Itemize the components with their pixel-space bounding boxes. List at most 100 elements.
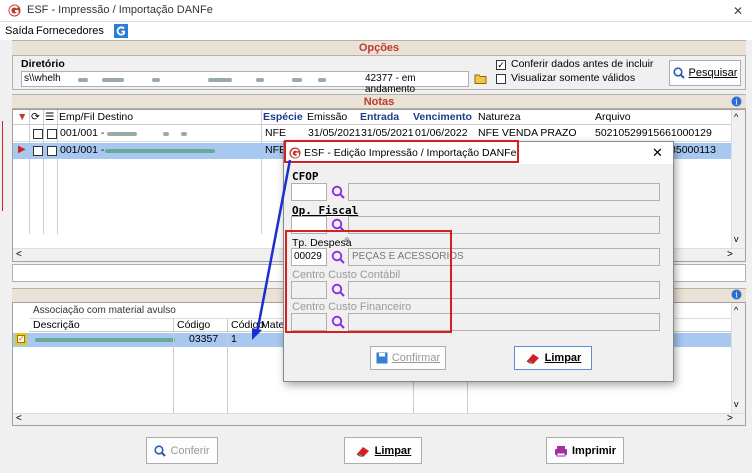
window-close-button[interactable]: ✕	[733, 4, 743, 18]
visualizar-checkbox[interactable]	[496, 74, 506, 84]
conferir-label: Conferir dados antes de incluir	[511, 58, 654, 70]
app-logo-icon	[8, 4, 21, 17]
redacted-text	[105, 149, 215, 153]
col-emp[interactable]: Emp/Fil Destino	[59, 110, 133, 125]
scroll-up-icon[interactable]: ^	[734, 305, 738, 315]
imprimir-label: Imprimir	[571, 444, 616, 457]
scroll-left-icon[interactable]: <	[16, 249, 22, 260]
row-checkbox[interactable]	[33, 129, 43, 139]
redacted-text	[107, 132, 137, 136]
list-icon[interactable]: ☰	[45, 110, 54, 125]
redacted-text	[35, 338, 175, 342]
sort-indicator-icon[interactable]: ▼	[17, 110, 27, 125]
col-especie[interactable]: Espécie	[263, 110, 303, 125]
vertical-scrollbar[interactable]: ^ v	[731, 303, 745, 413]
redacted-text	[292, 78, 302, 82]
notes-header: Notas	[12, 94, 746, 109]
col-entrada[interactable]: Entrada	[360, 110, 399, 125]
menu-item-saida[interactable]: Saída	[5, 25, 34, 37]
fields-highlight-box	[285, 230, 452, 333]
cell-entrada: 31/05/2021	[361, 127, 414, 139]
app-g-icon[interactable]	[114, 24, 128, 38]
row-checkbox-highlight[interactable]: ✓	[15, 333, 27, 345]
col-arquivo[interactable]: Arquivo	[595, 110, 631, 125]
save-icon	[376, 352, 388, 364]
info-icon[interactable]: i	[731, 289, 742, 300]
search-icon[interactable]	[331, 185, 345, 199]
visualizar-label: Visualizar somente válidos	[511, 72, 636, 84]
cell-vencimento: 01/06/2022	[415, 127, 468, 139]
row-checkbox[interactable]	[47, 146, 57, 156]
vertical-scrollbar[interactable]: ^ v	[731, 110, 745, 248]
redacted-text	[102, 78, 124, 82]
scroll-down-icon[interactable]: v	[734, 399, 739, 409]
window-title: ESF - Impressão / Importação DANFe	[27, 4, 213, 16]
imprimir-button[interactable]: Imprimir	[546, 437, 624, 464]
conferir-label: Conferir	[170, 444, 210, 457]
cell-emissao: 31/05/2021	[308, 127, 361, 139]
confirm-button[interactable]: Confirmar	[370, 346, 446, 370]
redacted-text	[181, 132, 187, 136]
status-text: 42377 - em andamento	[365, 73, 416, 95]
title-highlight-box	[284, 140, 519, 163]
options-header: Opções	[12, 40, 746, 56]
menu-item-fornecedores[interactable]: Fornecedores	[36, 25, 104, 37]
col-emissao[interactable]: Emissão	[307, 110, 347, 125]
cfop-code-input[interactable]	[291, 183, 327, 201]
scroll-left-icon[interactable]: <	[16, 413, 22, 424]
horizontal-scrollbar[interactable]: < >	[13, 413, 745, 425]
cfop-desc-field	[348, 183, 660, 201]
redacted-text	[163, 132, 169, 136]
notes-grid-header: ▼ ⟳ ☰ Emp/Fil Destino Espécie Emissão En…	[13, 110, 745, 125]
refresh-icon[interactable]: ⟳	[31, 110, 40, 125]
cell-codigo: 03357	[189, 333, 219, 345]
cell-emp: 001/001 -	[60, 144, 105, 156]
eraser-icon	[526, 354, 539, 364]
redacted-text	[208, 78, 232, 82]
directory-label: Diretório	[21, 58, 65, 70]
col-codigo-2[interactable]: Código	[231, 318, 264, 333]
redacted-text	[318, 78, 326, 82]
col-descricao[interactable]: Descrição	[33, 318, 80, 333]
scroll-right-icon[interactable]: >	[727, 249, 733, 260]
limpar-label: Limpar	[374, 444, 412, 457]
svg-text:i: i	[735, 291, 738, 300]
conferir-button[interactable]: Conferir	[146, 437, 218, 464]
scroll-up-icon[interactable]: ^	[734, 112, 738, 122]
assoc-caption: Associação com material avulso	[33, 305, 176, 316]
dialog-limpar-button[interactable]: Limpar	[514, 346, 592, 370]
title-bar: ESF - Impressão / Importação DANFe ✕	[0, 0, 752, 22]
scroll-right-icon[interactable]: >	[727, 413, 733, 424]
cell-especie: NFE	[265, 127, 286, 139]
menu-bar: Saída Fornecedores	[0, 22, 752, 40]
search-button[interactable]: Pesquisar	[669, 60, 741, 86]
row-checkbox[interactable]	[47, 129, 57, 139]
cell-arquivo: 502105299156610001​29	[595, 127, 712, 139]
col-codigo[interactable]: Código	[177, 318, 210, 333]
cell-codigo-2: 1	[231, 333, 237, 345]
search-icon	[154, 444, 167, 457]
dialog-close-button[interactable]: ✕	[652, 145, 663, 161]
row-checkbox[interactable]	[33, 146, 43, 156]
info-icon[interactable]: i	[731, 96, 742, 107]
cell-natureza: NFE VENDA PRAZO	[478, 127, 577, 139]
col-vencimento[interactable]: Vencimento	[413, 110, 472, 125]
cfop-label: CFOP	[292, 170, 319, 183]
folder-icon[interactable]	[474, 73, 488, 85]
redacted-text	[152, 78, 160, 82]
options-panel: Diretório s\\whelh 42377 - em andamento …	[12, 56, 746, 95]
svg-text:i: i	[735, 98, 738, 107]
search-icon	[672, 67, 685, 79]
limpar-button[interactable]: Limpar	[344, 437, 422, 464]
confirm-label: Confirmar	[391, 352, 441, 364]
col-natureza[interactable]: Natureza	[478, 110, 521, 125]
directory-input[interactable]: s\\whelh 42377 - em andamento	[21, 71, 469, 95]
directory-value: s\\whelh	[24, 73, 61, 84]
current-row-indicator-icon: ▶	[18, 144, 26, 155]
printer-icon	[554, 445, 567, 456]
annotation-line	[2, 121, 3, 211]
conferir-checkbox[interactable]: ✓	[496, 60, 506, 70]
scroll-down-icon[interactable]: v	[734, 234, 739, 244]
redacted-text	[78, 78, 88, 82]
dialog-limpar-label: Limpar	[544, 352, 582, 364]
